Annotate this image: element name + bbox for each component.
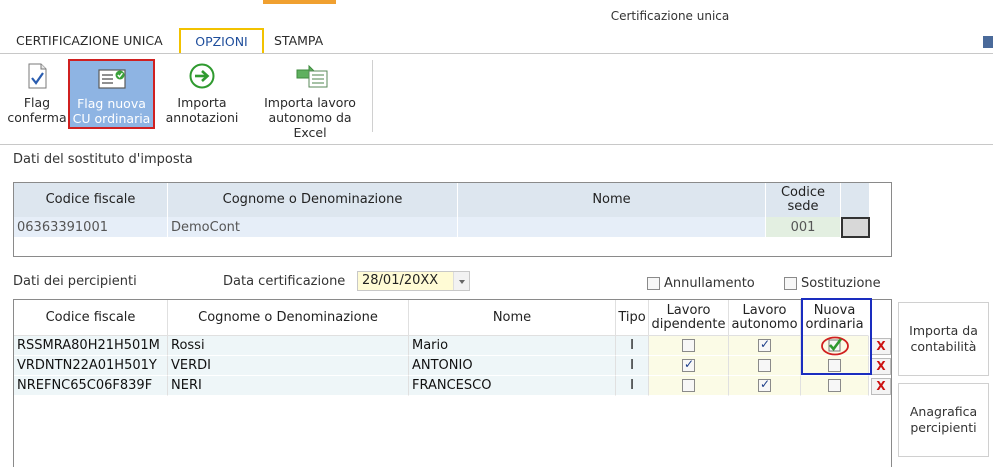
column-header-denominazione: Cognome o Denominazione: [168, 183, 458, 217]
column-header-nome: Nome: [458, 183, 766, 217]
sostituto-row-button[interactable]: [841, 217, 870, 238]
column-header-tipo: Tipo: [616, 300, 649, 336]
sostituto-section-label: Dati del sostituto d'imposta: [13, 152, 193, 167]
row1-dipendente-checkbox[interactable]: [682, 339, 695, 352]
sostituzione-option[interactable]: Sostituzione: [784, 276, 881, 291]
row3-dipendente-checkbox[interactable]: [682, 379, 695, 392]
data-certificazione-value: 28/01/20XX: [362, 273, 439, 288]
row2-nome[interactable]: ANTONIO: [409, 356, 616, 376]
row2-tipo[interactable]: I: [616, 356, 649, 376]
flag-conferma-label: Flag conferma: [7, 95, 67, 125]
row3-nuova-checkbox[interactable]: [828, 379, 841, 392]
annullamento-checkbox[interactable]: [647, 277, 660, 290]
row1-cognome[interactable]: Rossi: [168, 336, 409, 356]
row3-nuova-cell: [801, 376, 869, 396]
row3-nome[interactable]: FRANCESCO: [409, 376, 616, 396]
row1-nome[interactable]: Mario: [409, 336, 616, 356]
sostituto-codice-sede[interactable]: 001: [766, 217, 841, 237]
column-header-nome: Nome: [409, 300, 616, 336]
card-check-icon: [97, 65, 127, 93]
window-control-icon[interactable]: [983, 36, 993, 48]
row1-delete-button[interactable]: X: [871, 338, 891, 355]
column-header-codice-fiscale: Codice fiscale: [14, 300, 168, 336]
sostituto-grid: Codice fiscale Cognome o Denominazione N…: [13, 182, 892, 257]
row3-autonomo-cell: [729, 376, 801, 396]
data-certificazione-field[interactable]: 28/01/20XX: [357, 271, 470, 291]
importa-contabilita-button[interactable]: Importa da contabilità: [898, 302, 989, 376]
tab-stampa[interactable]: STAMPA: [268, 28, 329, 54]
excel-import-icon: [295, 62, 328, 90]
importa-annotazioni-button[interactable]: Importa annotazioni: [160, 58, 244, 130]
arrow-right-circle-icon: [187, 62, 217, 90]
row1-codice-fiscale[interactable]: RSSMRA80H21H501M: [14, 336, 168, 356]
ribbon-separator: [372, 60, 373, 132]
annullamento-option[interactable]: Annullamento: [647, 276, 755, 291]
percipienti-grid: Codice fiscale Cognome o Denominazione N…: [13, 299, 892, 467]
row2-autonomo-cell: [729, 356, 801, 376]
row3-codice-fiscale[interactable]: NREFNC65C06F839F: [14, 376, 168, 396]
annullamento-label: Annullamento: [664, 276, 755, 291]
sostituzione-checkbox[interactable]: [784, 277, 797, 290]
row1-tipo[interactable]: I: [616, 336, 649, 356]
sostituzione-label: Sostituzione: [801, 276, 881, 291]
document-check-icon: [22, 62, 52, 90]
sostituto-nome[interactable]: [458, 217, 766, 237]
flag-conferma-button[interactable]: Flag conferma: [4, 58, 70, 130]
row1-autonomo-cell: [729, 336, 801, 356]
percipienti-section-label: Dati dei percipienti: [13, 274, 137, 289]
row2-dipendente-cell: [649, 356, 729, 376]
ribbon-divider: [0, 144, 993, 145]
row3-dipendente-cell: [649, 376, 729, 396]
column-header-codice-fiscale: Codice fiscale: [14, 183, 168, 217]
anagrafica-percipienti-button[interactable]: Anagrafica percipienti: [898, 383, 989, 457]
row3-tipo[interactable]: I: [616, 376, 649, 396]
chevron-down-icon[interactable]: [453, 272, 469, 290]
sostituto-codice-fiscale[interactable]: 06363391001: [14, 217, 168, 237]
row2-delete-button[interactable]: X: [871, 358, 891, 375]
tab-opzioni[interactable]: OPZIONI: [179, 28, 264, 55]
importa-annotazioni-label: Importa annotazioni: [165, 95, 239, 125]
row3-cognome[interactable]: NERI: [168, 376, 409, 396]
row3-delete-button[interactable]: X: [871, 378, 891, 395]
row2-codice-fiscale[interactable]: VRDNTN22A01H501Y: [14, 356, 168, 376]
window-title: Certificazione unica: [610, 9, 730, 23]
column-header-codice-sede: Codice sede: [766, 183, 841, 217]
row1-autonomo-checkbox[interactable]: [758, 337, 771, 352]
active-tab-accent: [263, 0, 336, 4]
tab-certificazione-unica[interactable]: CERTIFICAZIONE UNICA: [10, 28, 169, 54]
importa-excel-label: Importa lavoro autonomo da Excel: [264, 95, 356, 140]
row2-cognome[interactable]: VERDI: [168, 356, 409, 376]
row1-dipendente-cell: [649, 336, 729, 356]
column-header-blank: [841, 183, 870, 217]
column-header-cognome: Cognome o Denominazione: [168, 300, 409, 336]
row2-autonomo-checkbox[interactable]: [758, 359, 771, 372]
row3-autonomo-checkbox[interactable]: [758, 377, 771, 392]
flag-nuova-cu-button[interactable]: Flag nuova CU ordinaria: [68, 59, 155, 129]
column-header-lavoro-autonomo: Lavoro autonomo: [729, 300, 801, 336]
data-certificazione-label: Data certificazione: [223, 274, 346, 289]
nuova-ordinaria-highlight: [801, 298, 872, 375]
column-header-lavoro-dipendente: Lavoro dipendente: [649, 300, 729, 336]
sostituto-denominazione[interactable]: DemoCont: [168, 217, 458, 237]
importa-excel-button[interactable]: Importa lavoro autonomo da Excel: [250, 58, 370, 140]
row2-dipendente-checkbox[interactable]: [682, 357, 695, 372]
flag-nuova-cu-label: Flag nuova CU ordinaria: [72, 96, 151, 126]
